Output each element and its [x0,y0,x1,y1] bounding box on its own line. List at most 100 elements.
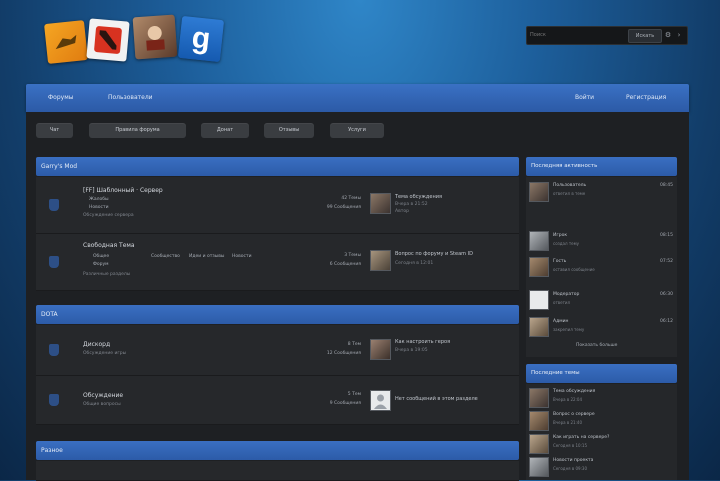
subforum-link[interactable]: Новости [232,254,252,259]
subforum-link[interactable]: Новости [89,205,109,210]
nav-login[interactable]: Войти [575,94,594,101]
forum-icon [49,256,59,268]
activity-time: 06:30 [660,292,673,297]
avatar[interactable] [529,457,549,477]
subforum-link[interactable]: Сообщество [151,254,180,259]
forum-row[interactable]: [FF] Шаблонный · Сервер Жалобы Новости О… [36,177,519,234]
forum-row[interactable]: Свободная Тема Общее Сообщество Идеи и о… [36,234,519,291]
subforum-link[interactable]: Общее [93,254,109,259]
thread-time: Сегодня в 10:15 [553,443,588,448]
subforum-link[interactable]: Форум [93,262,109,267]
nav-register[interactable]: Регистрация [626,94,666,101]
last-post-time: Сегодня в 12:01 [395,261,434,266]
avatar[interactable] [370,339,391,360]
forum-row[interactable]: Обсуждение Общие вопросы 5 Тем 9 Сообщен… [36,376,519,425]
forum-thread-count: 42 Темы [341,196,361,201]
category-header[interactable]: Разное [36,441,519,460]
forum-title[interactable]: [FF] Шаблонный · Сервер [83,187,163,194]
dota-logo [86,18,130,62]
site-logo[interactable]: g [44,14,228,66]
forum-icon [49,394,59,406]
avatar[interactable] [370,250,391,271]
activity-user[interactable]: Модератор [553,292,579,297]
avatar[interactable] [529,182,549,202]
avatar[interactable] [529,317,549,337]
thread-time: Вчера в 21:40 [553,420,582,425]
forum-description: Различные разделы [83,272,131,277]
forum-title[interactable]: Свободная Тема [83,242,135,249]
activity-user[interactable]: Гость [553,259,566,264]
soldier-icon [55,34,77,50]
avatar[interactable] [529,257,549,277]
forum-row[interactable] [36,461,519,481]
activity-panel: Пользователь ответил в теме 08:45 Игрок … [526,177,677,357]
nav-users[interactable]: Пользователи [108,94,153,101]
thread-title[interactable]: Тема обсуждения [553,389,595,394]
gmod-logo: g [177,15,225,63]
thread-time: Вчера в 22:04 [553,397,582,402]
arrow-icon[interactable]: › [675,29,683,41]
last-post-title[interactable]: Вопрос по форуму и Steam ID [395,251,473,257]
threads-header: Последние темы [526,364,677,383]
activity-text: оставил сообщение [553,267,595,272]
nav-forums[interactable]: Форумы [48,94,73,101]
main-navbar: Форумы Пользователи Войти Регистрация [26,84,689,112]
last-post-title[interactable]: Тема обсуждения [395,194,442,200]
last-post-author[interactable]: Автор [395,209,409,214]
thread-title[interactable]: Как играть на сервере? [553,435,609,440]
forum-description: Обсуждение игры [83,351,127,356]
activity-user[interactable]: Пользователь [553,183,586,188]
avatar[interactable] [370,193,391,214]
threads-panel: Тема обсуждения Вчера в 22:04 Вопрос о с… [526,384,677,480]
search-input[interactable] [530,30,626,40]
forum-thread-count: 8 Тем [347,342,361,347]
forum-post-count: 12 Сообщения [326,351,361,356]
activity-time: 08:15 [660,233,673,238]
gmod-letter: g [190,21,212,56]
avatar[interactable] [370,390,391,411]
avatar[interactable] [529,290,549,310]
chip-reviews[interactable]: Отзывы [264,123,314,138]
avatar[interactable] [529,434,549,454]
avatar[interactable] [529,231,549,251]
chip-donate[interactable]: Донат [201,123,249,138]
forum-description: Обсуждение сервера [83,213,134,218]
last-post-title[interactable]: Как настроить героя [395,339,450,345]
show-more-link[interactable]: Показать больше [576,343,617,348]
activity-time: 06:12 [660,319,673,324]
forum-thread-count: 5 Тем [347,392,361,397]
activity-time: 08:45 [660,183,673,188]
forum-title[interactable]: Обсуждение [83,392,123,399]
chip-services[interactable]: Услуги [330,123,384,138]
search-bar: Искать ⚙ › [526,26,688,45]
activity-text: ответил [553,300,571,305]
activity-user[interactable]: Игрок [553,233,567,238]
activity-text: закрепил тему [553,327,585,332]
activity-text: создал тему [553,241,579,246]
chip-chat[interactable]: Чат [36,123,73,138]
dota-icon [94,26,122,54]
thread-title[interactable]: Новости проекта [553,458,593,463]
activity-time: 07:52 [660,259,673,264]
activity-user[interactable]: Админ [553,319,568,324]
chip-rules[interactable]: Правила форума [89,123,186,138]
forum-icon [49,199,59,211]
forum-icon [49,344,59,356]
category-header[interactable]: Garry's Mod [36,157,519,176]
subforum-link[interactable]: Идеи и отзывы [189,254,224,259]
thread-title[interactable]: Вопрос о сервере [553,412,595,417]
activity-header: Последняя активность [526,157,677,176]
forum-post-count: 9 Сообщения [329,401,361,406]
last-post-title: Нет сообщений в этом разделе [395,396,478,402]
subforum-link[interactable]: Жалобы [89,197,109,202]
avatar[interactable] [529,388,549,408]
search-button[interactable]: Искать [628,29,662,43]
gear-icon[interactable]: ⚙ [664,29,672,41]
default-avatar-icon [374,394,387,409]
avatar[interactable] [529,411,549,431]
forum-row[interactable]: Дискорд Обсуждение игры 8 Тем 12 Сообщен… [36,325,519,376]
forum-thread-count: 3 Темы [344,253,361,258]
cs-logo [44,20,88,64]
forum-title[interactable]: Дискорд [83,341,110,348]
category-header[interactable]: DOTA [36,305,519,324]
